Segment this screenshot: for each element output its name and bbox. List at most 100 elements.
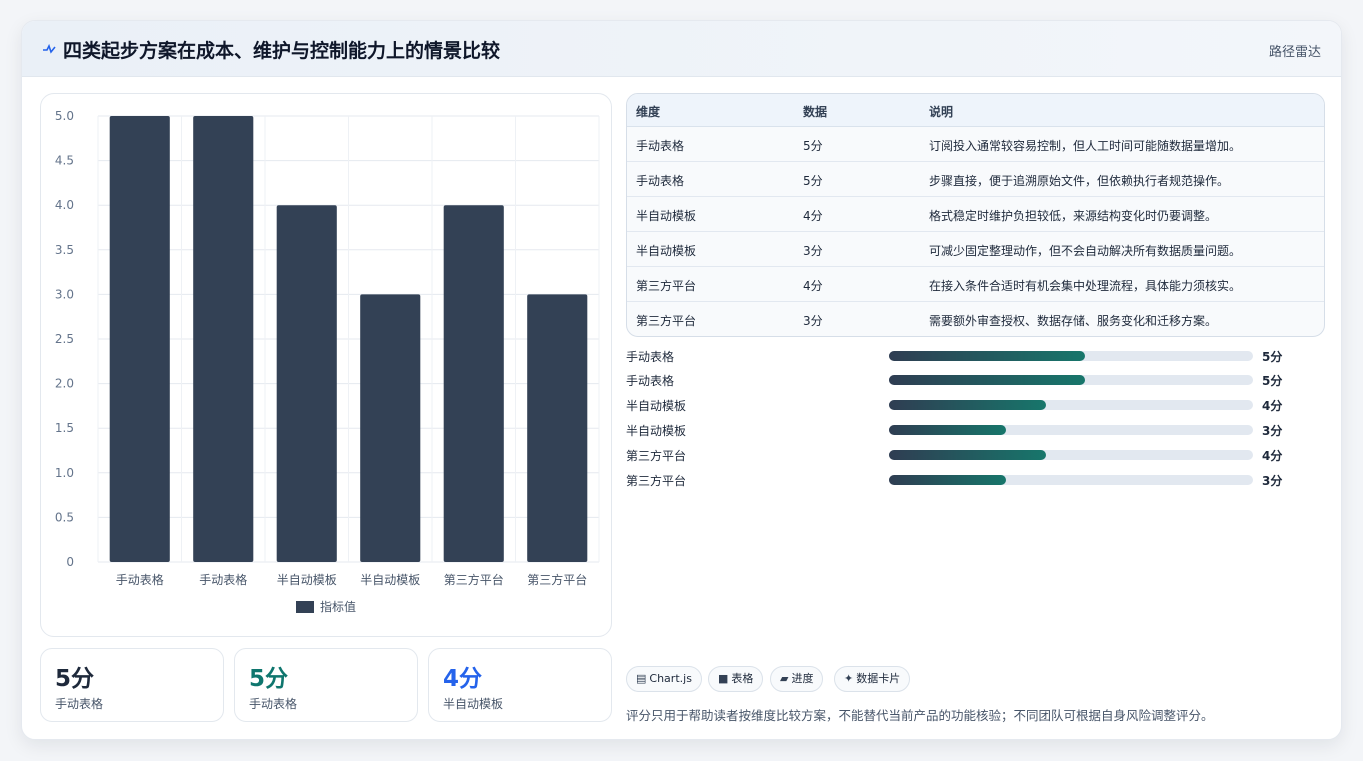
page-title: 四类起步方案在成本、维护与控制能力上的情景比较 <box>63 40 501 62</box>
stat-label: 手动表格 <box>249 697 298 711</box>
bar <box>443 205 504 562</box>
table-cell: 订阅投入通常较容易控制，但人工时间可能随数据量增加。 <box>929 139 1242 153</box>
table-row: 半自动模板 4分 格式稳定时维护负担较低，来源结构变化时仍要调整。 <box>627 197 1324 232</box>
y-tick-label: 3.5 <box>55 243 74 257</box>
progress-track <box>889 351 1253 361</box>
bar <box>276 205 337 562</box>
y-tick-label: 0 <box>66 555 74 569</box>
progress-track <box>889 375 1253 385</box>
progress-row: 第三方平台 4分 <box>626 445 1325 465</box>
table-cell: 4分 <box>803 279 823 293</box>
table-icon: ■ <box>718 672 729 685</box>
x-tick-label: 手动表格 <box>199 572 247 587</box>
footnote: 评分只用于帮助读者按维度比较方案，不能替代当前产品的功能核验；不同团队可根据自身… <box>626 708 1214 723</box>
stat-card-1: 5分 手动表格 <box>40 648 224 722</box>
data-table: 维度 数据 说明 手动表格 5分 订阅投入通常较容易控制，但人工时间可能随数据量… <box>626 93 1325 337</box>
table-cell: 3分 <box>803 314 823 328</box>
x-tick-label: 第三方平台 <box>444 572 504 587</box>
table-row: 第三方平台 4分 在接入条件合适时有机会集中处理流程，具体能力须核实。 <box>627 267 1324 302</box>
chip-label: Chart.js <box>649 672 692 685</box>
chip-table[interactable]: ■ 表格 <box>708 666 764 692</box>
progress-row: 手动表格 5分 <box>626 370 1325 390</box>
stat-label: 半自动模板 <box>443 697 504 711</box>
header-tag: 路径雷达 <box>1268 45 1321 60</box>
legend-label: 指标值 <box>320 599 356 614</box>
progress-track <box>889 400 1253 410</box>
progress-row: 第三方平台 3分 <box>626 470 1325 490</box>
sparkle-icon: ✦ <box>844 672 854 685</box>
progress-label: 第三方平台 <box>626 449 687 463</box>
table-cell: 格式稳定时维护负担较低，来源结构变化时仍要调整。 <box>929 209 1218 223</box>
y-tick-label: 0.5 <box>55 510 74 524</box>
table-cell: 4分 <box>803 209 823 223</box>
y-tick-label: 1.0 <box>55 466 74 480</box>
bar <box>109 116 170 562</box>
table-cell: 步骤直接，便于追溯原始文件，但依赖执行者规范操作。 <box>929 174 1230 188</box>
y-tick-label: 2.0 <box>55 377 74 391</box>
progress-label: 半自动模板 <box>626 424 687 438</box>
progress-value: 5分 <box>1262 350 1283 364</box>
stat-label: 手动表格 <box>55 697 104 711</box>
bar-chart: 0 0.5 1.0 1.5 2.0 2.5 3.0 3.5 4.0 4.5 5.0 手动表格 手动表格 半… <box>40 93 612 637</box>
stat-card-3: 4分 半自动模板 <box>428 648 612 722</box>
chip-label: 表格 <box>731 672 754 685</box>
x-tick-label: 手动表格 <box>116 572 164 587</box>
progress-track <box>889 475 1253 485</box>
table-header-data: 数据 <box>803 105 828 119</box>
table-row: 手动表格 5分 订阅投入通常较容易控制，但人工时间可能随数据量增加。 <box>627 127 1324 162</box>
progress-value: 4分 <box>1262 449 1283 463</box>
progress-value: 4分 <box>1262 399 1283 413</box>
table-header-row: 维度 数据 说明 <box>627 94 1324 127</box>
progress-icon: ▰ <box>780 672 789 685</box>
progress-fill <box>889 475 1007 485</box>
table-cell: 需要额外审查授权、数据存储、服务变化和迁移方案。 <box>929 314 1218 328</box>
progress-row: 半自动模板 3分 <box>626 420 1325 440</box>
bar-chart-svg: 0 0.5 1.0 1.5 2.0 2.5 3.0 3.5 4.0 4.5 5.0 手动表格 手动表格 半… <box>55 109 600 614</box>
progress-value: 3分 <box>1262 424 1283 438</box>
chip-label: 进度 <box>791 672 814 685</box>
table-row: 手动表格 5分 步骤直接，便于追溯原始文件，但依赖执行者规范操作。 <box>627 162 1324 197</box>
progress-label: 手动表格 <box>626 374 675 388</box>
main-card: 四类起步方案在成本、维护与控制能力上的情景比较 路径雷达 0 0.5 1.0 1.5 2… <box>21 20 1342 740</box>
progress-value: 3分 <box>1262 474 1283 488</box>
y-tick-label: 1.5 <box>55 421 74 435</box>
chip-progress[interactable]: ▰ 进度 <box>770 666 824 692</box>
x-tick-label: 半自动模板 <box>360 573 420 587</box>
y-tick-label: 3.0 <box>55 287 74 301</box>
bar <box>360 294 421 562</box>
y-tick-label: 2.5 <box>55 332 74 346</box>
progress-track <box>889 450 1253 460</box>
progress-label: 第三方平台 <box>626 474 687 488</box>
table-cell: 5分 <box>803 174 823 188</box>
table-header-dimension: 维度 <box>636 105 661 119</box>
chip-label: 数据卡片 <box>856 672 901 685</box>
y-tick-label: 4.5 <box>55 154 74 168</box>
table-row: 第三方平台 3分 需要额外审查授权、数据存储、服务变化和迁移方案。 <box>627 302 1324 336</box>
y-tick-label: 4.0 <box>55 198 74 212</box>
stat-value: 4分 <box>443 666 483 692</box>
progress-fill <box>889 351 1085 361</box>
progress-fill <box>889 450 1046 460</box>
stat-card-2: 5分 手动表格 <box>234 648 418 722</box>
chip-data-card[interactable]: ✦ 数据卡片 <box>834 666 911 692</box>
chart-icon: ▤ <box>636 672 647 685</box>
table-header-description: 说明 <box>929 105 954 119</box>
bar <box>527 294 588 562</box>
progress-fill <box>889 425 1007 435</box>
x-tick-label: 半自动模板 <box>277 573 337 587</box>
table-cell: 可减少固定整理动作，但不会自动解决所有数据质量问题。 <box>929 244 1242 258</box>
x-tick-label: 第三方平台 <box>527 572 587 587</box>
progress-label: 手动表格 <box>626 350 675 364</box>
table-cell: 半自动模板 <box>636 244 697 258</box>
stat-value: 5分 <box>249 666 289 692</box>
progress-value: 5分 <box>1262 374 1283 388</box>
chip-chartjs[interactable]: ▤ Chart.js <box>626 666 702 692</box>
table-cell: 手动表格 <box>636 139 685 153</box>
progress-fill <box>889 400 1046 410</box>
pulse-icon <box>43 43 56 54</box>
header-bar: 四类起步方案在成本、维护与控制能力上的情景比较 路径雷达 <box>22 21 1341 77</box>
legend-swatch <box>296 601 314 613</box>
progress-label: 半自动模板 <box>626 399 687 413</box>
table-cell: 第三方平台 <box>636 314 697 328</box>
table-cell: 手动表格 <box>636 174 685 188</box>
